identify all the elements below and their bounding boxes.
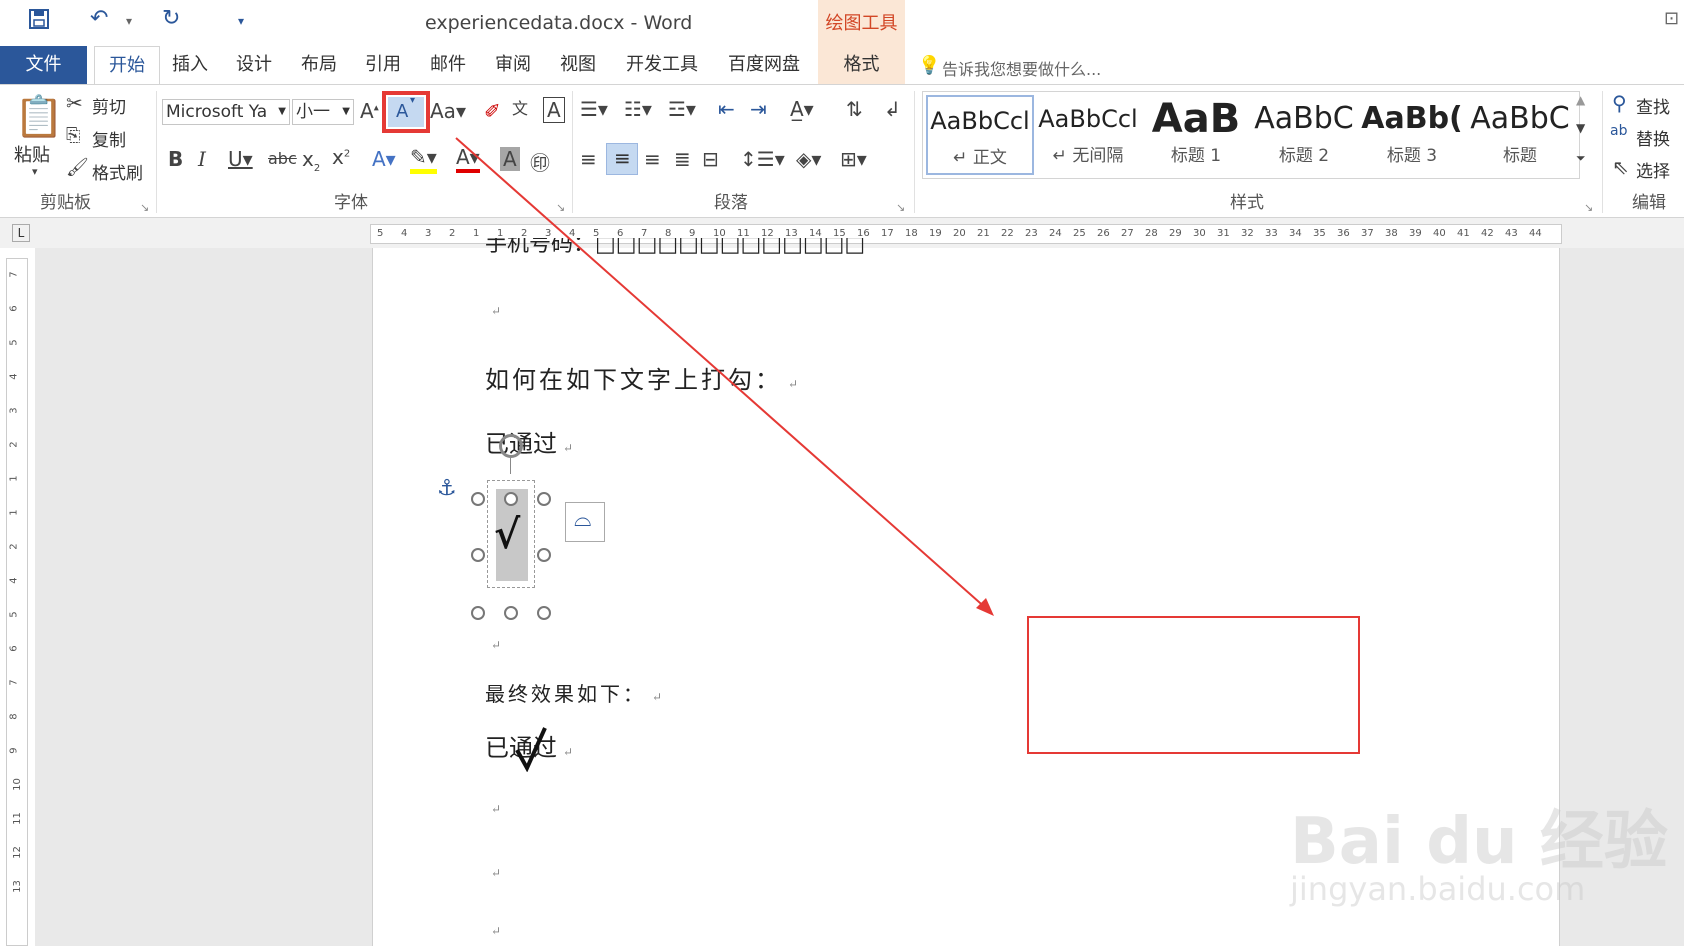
baidu-watermark-url: jingyan.baidu.com: [1290, 870, 1586, 908]
annotation-box: [1027, 616, 1360, 754]
annotation-arrow: [455, 137, 989, 611]
baidu-watermark: Bai du 经验: [1290, 805, 1668, 879]
